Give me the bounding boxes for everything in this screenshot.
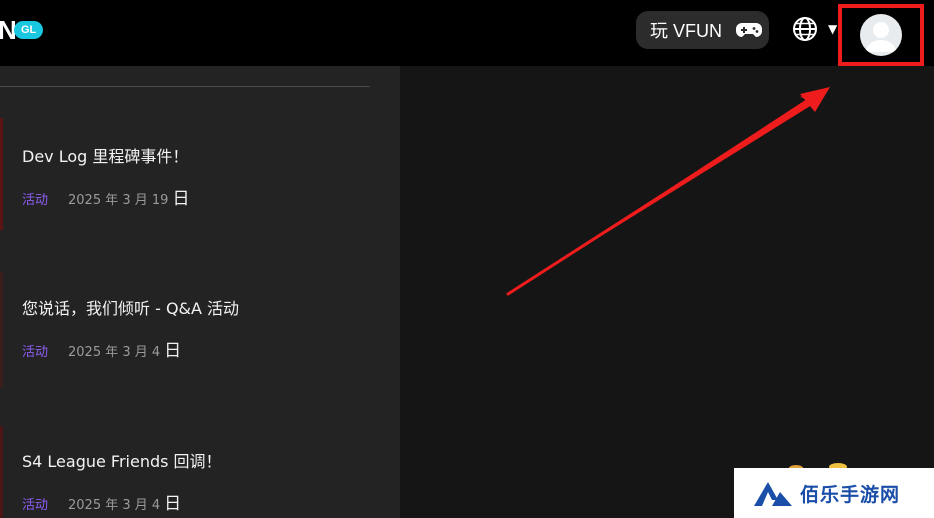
list-item[interactable]: Dev Log 里程碑事件！ 活动 2025 年 3 月 19 日: [22, 146, 189, 210]
region-badge: GL: [14, 21, 44, 39]
gamepad-icon: [736, 23, 762, 37]
article-title[interactable]: 您说话，我们倾听 - Q&A 活动: [22, 298, 239, 320]
top-nav-bar: N GL 玩 VFUN ▼: [0, 0, 934, 66]
watermark-logo-icon: [754, 482, 792, 506]
profile-button[interactable]: [838, 4, 924, 66]
play-vfun-label: 玩 VFUN: [650, 21, 722, 41]
language-selector[interactable]: ▼: [792, 16, 837, 42]
article-thumbnail[interactable]: [0, 272, 3, 388]
watermark: 佰乐手游网: [734, 468, 934, 518]
list-item[interactable]: S4 League Friends 回调！ 活动 2025 年 3 月 4 日: [22, 451, 222, 515]
article-thumbnail[interactable]: [0, 118, 3, 230]
list-item[interactable]: 您说话，我们倾听 - Q&A 活动 活动 2025 年 3 月 4 日: [22, 298, 239, 362]
watermark-text: 佰乐手游网: [800, 483, 901, 506]
main-content-panel: [400, 66, 934, 518]
article-date: 2025 年 3 月 19: [68, 193, 169, 208]
article-date-day: 日: [172, 189, 190, 209]
article-meta: 活动 2025 年 3 月 19 日: [22, 190, 189, 210]
article-tag[interactable]: 活动: [22, 497, 48, 515]
article-title[interactable]: S4 League Friends 回调！: [22, 451, 222, 473]
article-thumbnail[interactable]: [0, 426, 3, 518]
user-avatar-icon: [860, 14, 902, 56]
play-vfun-button[interactable]: 玩 VFUN: [636, 11, 769, 49]
article-date-day: 日: [164, 494, 182, 514]
news-list: Dev Log 里程碑事件！ 活动 2025 年 3 月 19 日 您说话，我们…: [0, 66, 400, 518]
chevron-down-icon: ▼: [828, 22, 838, 36]
list-divider: [0, 86, 370, 87]
article-meta: 活动 2025 年 3 月 4 日: [22, 342, 239, 362]
article-date: 2025 年 3 月 4: [68, 498, 161, 513]
article-title[interactable]: Dev Log 里程碑事件！: [22, 146, 189, 168]
article-meta: 活动 2025 年 3 月 4 日: [22, 495, 222, 515]
globe-icon: [793, 17, 817, 41]
article-date: 2025 年 3 月 4: [68, 345, 161, 360]
article-tag[interactable]: 活动: [22, 344, 48, 362]
article-date-day: 日: [164, 341, 182, 361]
article-tag[interactable]: 活动: [22, 192, 48, 210]
